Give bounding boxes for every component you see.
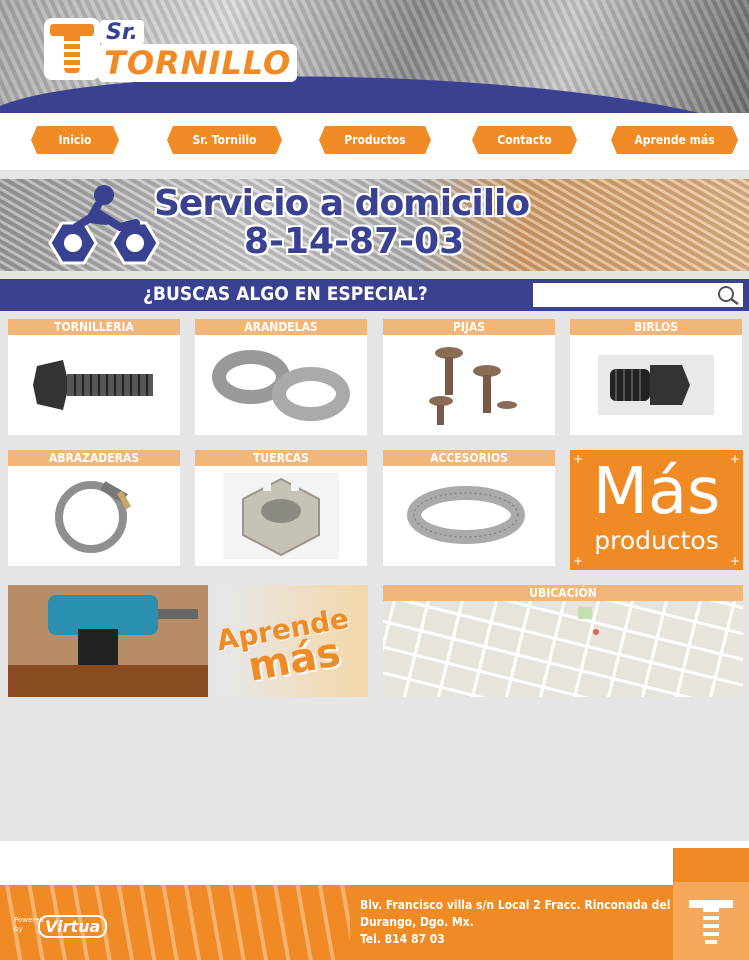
nav-sr-tornillo[interactable]: Sr. Tornillo [167,126,282,154]
footer-phone: Tel. 814 87 03 [360,932,445,946]
map-view[interactable] [383,601,743,697]
banner-phone: 8-14-87-03 [244,221,465,262]
logo-prefix: Sr. [100,20,144,45]
nut-icon [223,473,339,559]
plus-icon: + [729,554,740,568]
category-tornilleria[interactable]: TORNILLERIA [8,319,180,435]
motorcycle-icon [48,185,160,265]
plus-icon: + [573,554,584,568]
address-line-2: Durango, Dgo. Mx. [360,915,474,929]
location-title: UBICACIÓN [383,585,743,601]
park-area [578,607,592,619]
nav-contacto[interactable]: Contacto [472,126,577,154]
plus-icon: + [729,452,740,466]
screw-icon [429,347,517,425]
category-accesorios[interactable]: ACCESORIOS [383,450,555,566]
header: Sr. TORNILLO [0,0,749,113]
nav-inicio[interactable]: Inicio [31,126,119,154]
search-icon[interactable] [716,285,740,305]
search-input[interactable] [533,283,743,307]
category-tuercas[interactable]: TUERCAS [195,450,367,566]
category-label: TORNILLERIA [8,319,180,335]
main-nav: Inicio Sr. Tornillo Productos Contacto A… [0,113,749,170]
more-products-big: Más [592,455,721,529]
category-pijas[interactable]: PIJAS [383,319,555,435]
drill-icon [8,585,208,697]
location-map[interactable]: UBICACIÓN [383,585,743,697]
footer-logo-block [673,848,749,960]
address-line-1: Blv. Francisco villa s/n Local 2 Fracc. … [360,898,692,912]
learn-more-banner[interactable]: Aprende más [8,585,368,697]
category-label: ABRAZADERAS [8,450,180,466]
category-label: TUERCAS [195,450,367,466]
logo-name: TORNILLO [98,44,298,82]
site-logo[interactable]: Sr. TORNILLO [44,18,298,84]
washer-icon [212,350,350,421]
logo-screw-icon [44,18,100,80]
plus-icon: + [573,452,584,466]
category-label: PIJAS [383,319,555,335]
map-pin-icon [593,629,599,635]
virtua-logo[interactable]: Virtua [38,915,108,938]
category-arandelas[interactable]: ARANDELAS [195,319,367,435]
hose-icon [407,486,525,544]
category-label: ACCESORIOS [383,450,555,466]
category-label: ARANDELAS [195,319,367,335]
more-products-small: productos [594,526,719,555]
category-abrazaderas[interactable]: ABRAZADERAS [8,450,180,566]
category-birlos[interactable]: BIRLOS [570,319,742,435]
more-products-button[interactable]: Más productos + + + + [570,450,743,570]
banner-title: Servicio a domicilio [154,183,530,224]
category-label: BIRLOS [570,319,742,335]
screw-logo-icon [689,900,733,944]
home-delivery-banner[interactable]: Servicio a domicilio 8-14-87-03 [0,179,749,271]
nav-aprende-mas[interactable]: Aprende más [611,126,738,154]
clamp-icon [55,481,132,553]
lug-nut-icon [598,355,714,415]
footer-address: Blv. Francisco villa s/n Local 2 Fracc. … [360,897,692,948]
search-question: ¿BUSCAS ALGO EN ESPECIAL? [143,283,428,305]
nav-productos[interactable]: Productos [319,126,431,154]
bolt-icon [33,360,153,410]
footer: Powered by Virtua Blv. Francisco villa s… [0,841,749,960]
search-bar: ¿BUSCAS ALGO EN ESPECIAL? [0,279,749,311]
